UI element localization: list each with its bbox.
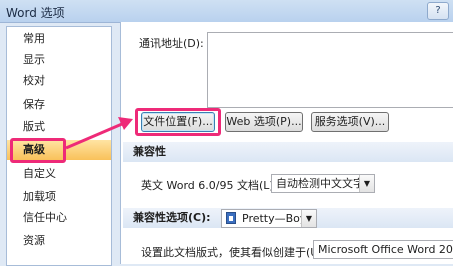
sidebar-item-addins[interactable]: 加载项	[7, 187, 111, 207]
mailing-address-input[interactable]	[207, 32, 453, 108]
layout-version-select[interactable]: Microsoft Office Word 2003	[313, 240, 453, 259]
title-bar: Word 选项 ?	[0, 0, 453, 23]
help-button[interactable]: ?	[427, 2, 449, 20]
advanced-highlight-box	[10, 138, 66, 163]
sidebar-item-trust-center[interactable]: 信任中心	[7, 208, 111, 228]
chevron-down-icon[interactable]: ▼	[301, 210, 316, 227]
mailing-address-label: 通讯地址(D):	[139, 37, 204, 50]
word-document-icon	[226, 212, 236, 224]
main-panel: 通讯地址(D): 文件位置(F)... Web 选项(P)... 服务选项(V)…	[120, 22, 453, 264]
layout-label: 设置此文档版式，使其看似创建于(U):	[141, 246, 327, 259]
sidebar-item-customize[interactable]: 自定义	[7, 164, 111, 184]
window-title: Word 选项	[6, 6, 65, 20]
file-locations-highlight-box	[135, 108, 221, 136]
chevron-down-icon[interactable]: ▼	[359, 175, 374, 192]
sidebar-item-typography[interactable]: 版式	[7, 117, 111, 137]
compat-document-select[interactable]: Pretty—Boy ▼	[221, 209, 317, 228]
compat-options-label: 兼容性选项(C):	[133, 211, 211, 224]
english-word-select-value: 自动检测中文文字	[276, 177, 364, 190]
web-options-button[interactable]: Web 选项(P)...	[225, 112, 303, 132]
sidebar-item-resources[interactable]: 资源	[7, 231, 111, 251]
compat-section-header: 兼容性	[123, 142, 453, 162]
sidebar-item-common[interactable]: 常用	[7, 29, 111, 49]
sidebar-item-proofing[interactable]: 校对	[7, 71, 111, 91]
service-options-button[interactable]: 服务选项(V)...	[311, 112, 389, 132]
english-word-select[interactable]: 自动检测中文文字 ▼	[271, 174, 375, 193]
english-word-label: 英文 Word 6.0/95 文档(L):	[141, 179, 278, 192]
compat-document-value: Pretty—Boy	[242, 212, 307, 225]
sidebar-item-display[interactable]: 显示	[7, 50, 111, 70]
sidebar-item-save[interactable]: 保存	[7, 95, 111, 115]
